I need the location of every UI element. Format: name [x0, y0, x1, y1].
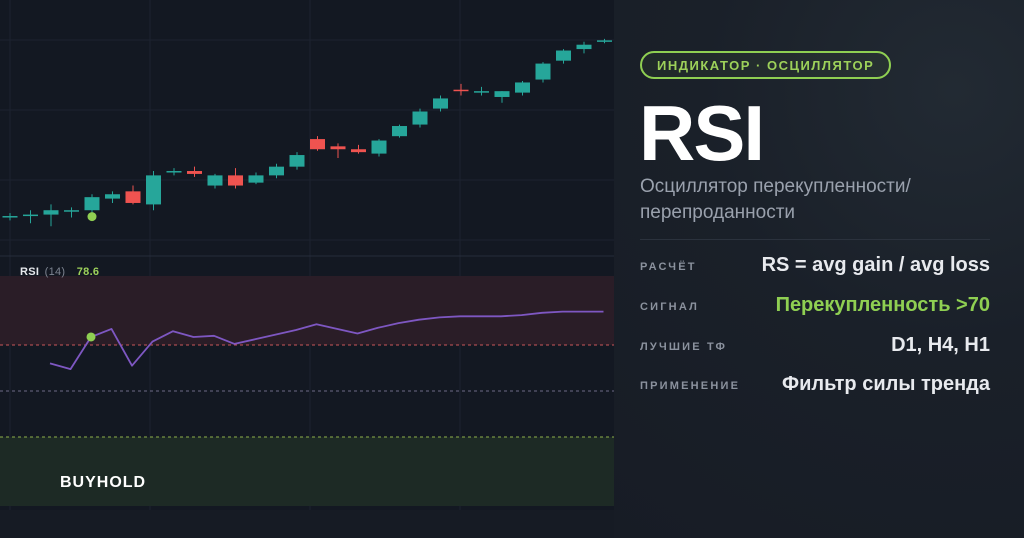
- candle-body: [494, 91, 510, 97]
- rsi-levels: [0, 344, 614, 438]
- info-row-timeframes: Лучшие ТФ D1, H4, H1: [640, 334, 990, 360]
- candle-body: [576, 44, 592, 50]
- info-row-usage: Применение Фильтр силы тренда: [640, 373, 990, 399]
- info-row-value: Фильтр силы тренда: [782, 373, 990, 395]
- candle-body: [84, 197, 100, 211]
- info-row-key: Сигнал: [640, 301, 700, 313]
- candle-body: [2, 216, 18, 218]
- candle-body: [330, 146, 346, 150]
- candle-body: [43, 210, 59, 215]
- candle-body: [125, 191, 141, 203]
- candle-body: [453, 89, 469, 92]
- grid-lines: [0, 0, 614, 510]
- info-row-key: Лучшие ТФ: [640, 341, 728, 353]
- candle-body: [289, 155, 305, 167]
- candle-body: [248, 175, 264, 183]
- info-panel: Индикатор · Осциллятор RSI Осциллятор пе…: [614, 0, 1024, 538]
- candle-body: [433, 98, 448, 109]
- candle-body: [187, 171, 202, 174]
- rsi-value: 78.6: [76, 266, 100, 278]
- info-row-calculation: Расчёт RS = avg gain / avg loss: [640, 254, 990, 280]
- brand-logo-text: BUYHOLD: [60, 474, 147, 491]
- candle-body: [597, 40, 612, 42]
- info-row-value: D1, H4, H1: [891, 334, 990, 356]
- rsi-period: (14): [44, 266, 66, 278]
- candle-body: [556, 50, 571, 61]
- indicator-subtitle: Осциллятор перекупленности/ перепроданно…: [640, 176, 911, 223]
- candle-body: [207, 175, 223, 186]
- candle-body: [392, 126, 407, 137]
- candle-body: [412, 111, 428, 125]
- info-row-key: Расчёт: [640, 261, 697, 273]
- info-row-value: Перекупленность >70: [775, 294, 990, 316]
- divider: [640, 239, 990, 240]
- info-row-signal: Сигнал Перекупленность >70: [640, 294, 990, 320]
- candle-body: [371, 140, 387, 154]
- category-tag: Индикатор · Осциллятор: [640, 51, 892, 79]
- indicator-title: RSI: [639, 89, 765, 177]
- candle-body: [105, 194, 120, 199]
- price-signal-dot: [87, 212, 97, 222]
- candle-body: [269, 166, 284, 176]
- candle-body: [23, 214, 38, 217]
- oversold-zone: [0, 437, 614, 506]
- candle-body: [515, 82, 530, 93]
- candle-body: [310, 139, 325, 150]
- rsi-signal-dot: [86, 332, 96, 342]
- candle-body: [64, 210, 79, 212]
- candle-body: [474, 91, 489, 93]
- candle-body: [535, 63, 551, 80]
- brand-logo: BUYHOLD: [60, 474, 146, 492]
- info-row-key: Применение: [640, 380, 741, 392]
- candle-body: [351, 149, 366, 153]
- candle-body: [146, 175, 161, 205]
- chart-panel[interactable]: RSI (14) 78.6 BUYHOLD: [0, 0, 614, 510]
- rsi-legend: RSI (14) 78.6: [20, 266, 99, 278]
- price-candles: [2, 38, 612, 227]
- candle-body: [166, 171, 182, 173]
- info-row-value: RS = avg gain / avg loss: [761, 254, 990, 276]
- rsi-name: RSI: [20, 266, 40, 278]
- chart-canvas[interactable]: [0, 0, 614, 510]
- candle-body: [228, 175, 243, 186]
